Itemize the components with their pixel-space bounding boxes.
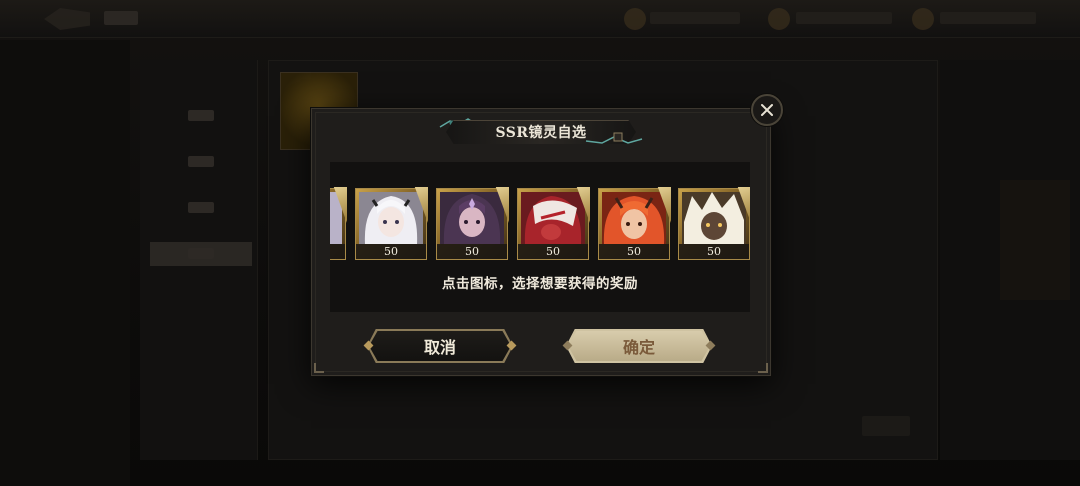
reward-level: 50 (437, 244, 507, 259)
currency-icon (912, 8, 934, 30)
reward-card[interactable]: 50 (517, 187, 590, 260)
reward-card[interactable]: 50 (355, 187, 428, 260)
back-arrow-icon[interactable] (44, 8, 90, 30)
corner-ornament (314, 363, 324, 373)
confirm-button-label: 确定 (622, 338, 655, 357)
cancel-button-label: 取消 (423, 338, 456, 357)
reward-level (330, 244, 345, 259)
background-title (104, 11, 138, 25)
spirit-portrait (521, 192, 585, 244)
background-top-bar (0, 0, 1080, 38)
background-menu-item (150, 196, 252, 220)
currency-icon (768, 8, 790, 30)
reward-level: 50 (518, 244, 588, 259)
selection-hint: 点击图标，选择想要获得的奖励 (442, 276, 638, 292)
reward-card[interactable]: 50 (598, 187, 671, 260)
reward-level: 50 (679, 244, 749, 259)
dialog-title-banner: SSR镜灵自选 (438, 117, 644, 147)
reward-card[interactable]: 50 (436, 187, 509, 260)
currency-bar (796, 12, 892, 24)
confirm-button[interactable]: 确定 (562, 329, 716, 363)
background-menu-item (150, 104, 252, 128)
background-left-decoration (0, 40, 130, 486)
close-icon (761, 104, 773, 116)
currency-bar (940, 12, 1036, 24)
close-button[interactable] (751, 94, 783, 126)
background-button (862, 416, 910, 436)
dialog-title: SSR镜灵自选 (495, 125, 587, 141)
currency-bar (650, 12, 740, 24)
reward-level: 50 (599, 244, 669, 259)
background-menu-item (150, 150, 252, 174)
reward-card[interactable] (330, 187, 347, 260)
cancel-button[interactable]: 取消 (363, 329, 517, 363)
reward-level: 50 (356, 244, 426, 259)
reward-card[interactable]: 50 (678, 187, 750, 260)
reward-carousel[interactable]: 50 50 50 50 50 (330, 186, 750, 262)
spirit-portrait (359, 192, 423, 244)
spirit-portrait (682, 192, 746, 244)
currency-icon (624, 8, 646, 30)
corner-ornament (758, 363, 768, 373)
spirit-portrait (602, 192, 666, 244)
background-right-strip (1000, 180, 1070, 300)
spirit-portrait (440, 192, 504, 244)
background-menu-item (150, 242, 252, 266)
